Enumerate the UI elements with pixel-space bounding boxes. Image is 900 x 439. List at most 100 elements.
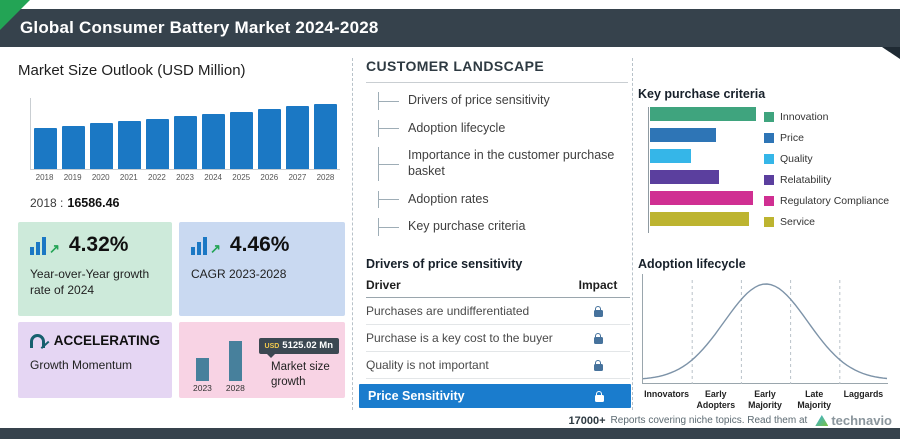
impact-cell	[566, 305, 630, 317]
stage-label: Innovators	[644, 389, 690, 399]
growth-bar-group: 2028	[226, 341, 245, 393]
landscape-item: Adoption lifecycle	[378, 118, 630, 140]
stage-label: Late Majority	[797, 389, 832, 410]
adoption-lifecycle-title: Adoption lifecycle	[638, 257, 746, 271]
footer: 17000+ Reports covering niche topics. Re…	[569, 413, 892, 428]
page-title: Global Consumer Battery Market 2024-2028	[20, 18, 379, 37]
highlight-label: Price Sensitivity	[368, 389, 465, 403]
market-size-bar	[118, 121, 141, 169]
base-year-label: 2018 :	[30, 196, 64, 210]
yoy-growth-card: ↗ 4.32% Year-over-Year growth rate of 20…	[18, 222, 172, 316]
year-label: 2024	[204, 173, 222, 182]
driver-row: Purchase is a key cost to the buyer	[366, 325, 630, 352]
price-sensitivity-title: Drivers of price sensitivity	[366, 257, 523, 271]
technavio-wordmark: technavio	[831, 413, 892, 428]
market-size-bar	[174, 116, 197, 169]
legend-item: Regulatory Compliance	[764, 190, 889, 211]
badge-value: 5125.02 Mn	[282, 340, 333, 351]
landscape-item: Adoption rates	[378, 189, 630, 211]
impact-column-header: Impact	[578, 278, 618, 292]
landscape-item-label: Adoption rates	[408, 191, 489, 206]
key-purchase-bars	[648, 107, 760, 233]
market-size-bar	[34, 128, 57, 169]
driver-label: Purchases are undifferentiated	[366, 304, 530, 318]
year-label: 2018	[35, 173, 54, 182]
market-size-bar	[90, 123, 113, 169]
legend-swatch	[764, 132, 774, 143]
impact-cell	[567, 390, 631, 402]
lock-icon	[594, 390, 604, 402]
driver-row: Quality is not important	[366, 352, 630, 379]
year-label: 2026	[260, 173, 279, 182]
legend-label: Service	[780, 215, 816, 228]
infographic-page: Global Consumer Battery Market 2024-2028…	[0, 0, 900, 439]
column-divider	[632, 58, 633, 410]
growth-chart-icon: ↗	[30, 235, 60, 255]
criteria-bar	[650, 212, 749, 226]
landscape-item-label: Key purchase criteria	[408, 219, 526, 234]
momentum-label: Growth Momentum	[30, 358, 133, 372]
adoption-stage-labels: Innovators Early Adopters Early Majority La…	[642, 389, 888, 411]
growth-year-label: 2023	[193, 383, 212, 393]
year-label: 2020	[91, 173, 110, 182]
impact-cell	[566, 359, 630, 371]
lock-icon	[593, 332, 603, 344]
price-sensitivity-rows: Purchases are undifferentiated Purchase i…	[366, 298, 630, 379]
technavio-triangle-icon	[815, 415, 829, 426]
base-year-note: 2018 :16586.46	[30, 196, 120, 210]
market-size-bar	[314, 104, 337, 169]
price-sensitivity-table: Driver Impact Purchases are undifferenti…	[359, 278, 631, 408]
adoption-curve-svg	[642, 280, 888, 384]
report-count: 17000+	[568, 414, 606, 427]
cagr-card: ↗ 4.46% CAGR 2023-2028	[179, 222, 345, 316]
price-sensitivity-highlight-row: Price Sensitivity	[359, 384, 631, 408]
legend-label: Innovation	[780, 110, 829, 123]
yoy-label: Year-over-Year growth rate of 2024	[30, 267, 150, 298]
landscape-item: Drivers of price sensitivity	[378, 90, 630, 112]
year-label: 2027	[288, 173, 307, 182]
year-label: 2022	[148, 173, 166, 182]
driver-column-header: Driver	[366, 278, 401, 292]
growth-chart-icon: ↗	[191, 235, 221, 255]
growth-bar	[228, 341, 242, 381]
lock-icon	[593, 305, 603, 317]
legend-swatch	[764, 174, 774, 185]
landscape-item: Key purchase criteria	[378, 216, 630, 238]
criteria-bar	[650, 149, 691, 163]
market-size-bar	[230, 112, 253, 169]
criteria-bar	[650, 170, 719, 184]
legend-label: Regulatory Compliance	[780, 194, 890, 207]
technavio-logo[interactable]: technavio	[815, 413, 892, 428]
corner-accent-triangle	[0, 0, 30, 30]
market-size-bar	[286, 106, 309, 169]
footer-text: Reports covering niche topics. Read them…	[610, 415, 808, 426]
landscape-item: Importance in the customer purchase bask…	[378, 145, 630, 182]
growth-momentum-card: ACCELERATING Growth Momentum	[18, 322, 172, 398]
growth-label: Market size growth	[271, 361, 330, 388]
market-size-bar	[202, 114, 225, 169]
yoy-value: 4.32%	[68, 233, 129, 256]
stage-label: Early Majority	[748, 389, 782, 410]
driver-row: Purchases are undifferentiated	[366, 298, 630, 325]
market-size-growth-card: USD 5125.02 Mn 2023 2028 Market size grow…	[179, 322, 345, 398]
growth-year-label: 2028	[225, 383, 245, 393]
legend-item: Relatability	[764, 169, 889, 190]
criteria-bar	[650, 107, 756, 121]
year-label: 2019	[63, 173, 82, 182]
impact-cell	[566, 332, 630, 344]
growth-bar	[195, 358, 209, 381]
criteria-bar	[650, 128, 716, 142]
growth-bar-group: 2023	[193, 358, 212, 393]
header-fold-triangle	[882, 47, 900, 59]
base-year-value: 16586.46	[67, 196, 120, 210]
market-size-bar	[146, 119, 169, 169]
market-size-bars	[30, 98, 340, 170]
cagr-value: 4.46%	[229, 233, 290, 256]
table-header: Driver Impact	[366, 278, 630, 298]
driver-label: Quality is not important	[366, 358, 489, 372]
legend-swatch	[764, 195, 774, 206]
stage-label: Early Adopters	[696, 389, 736, 410]
momentum-value: ACCELERATING	[53, 333, 160, 348]
title-bar: Global Consumer Battery Market 2024-2028	[0, 9, 900, 47]
stage-label: Laggards	[843, 389, 884, 399]
